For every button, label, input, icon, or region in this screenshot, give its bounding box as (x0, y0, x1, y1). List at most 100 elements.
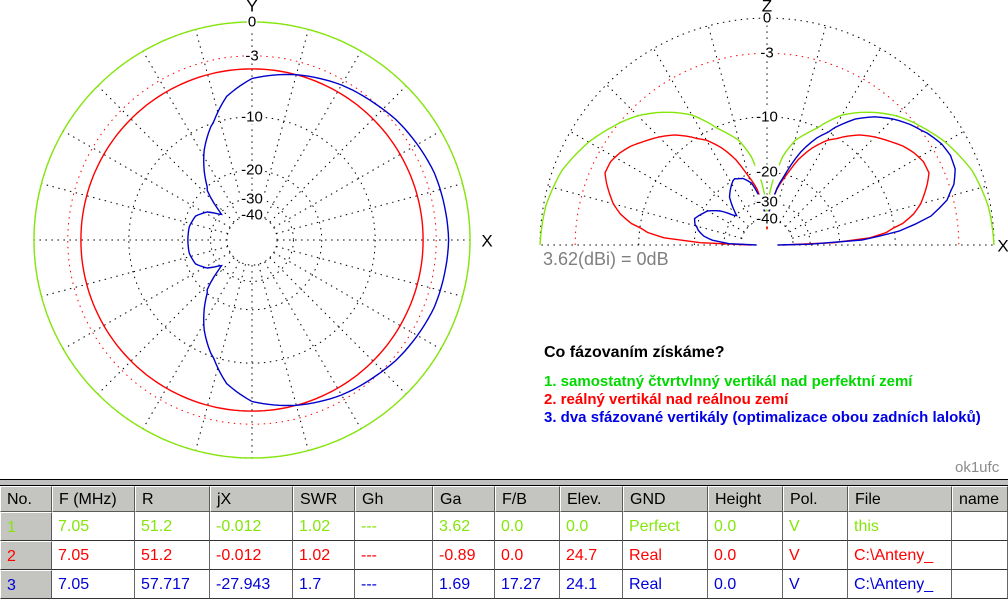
ring-label: -10 (755, 109, 779, 124)
table-cell: Real (623, 541, 708, 570)
ring-label: -40 (755, 211, 779, 226)
column-header-jx: jX (210, 486, 293, 512)
table-cell: -0.012 (210, 512, 293, 541)
table-cell: 7.05 (52, 541, 135, 570)
ring-label: -30 (240, 191, 264, 206)
grid-spoke (785, 84, 927, 226)
table-cell: --- (355, 541, 433, 570)
table-cell: -27.943 (210, 570, 293, 599)
column-header-no-: No. (0, 486, 52, 512)
table-cell: V (783, 570, 848, 599)
table-cell: 2 (0, 541, 52, 570)
column-header-swr: SWR (293, 486, 355, 512)
table-cell (952, 570, 1008, 599)
table-cell: --- (355, 512, 433, 541)
table-cell: 51.2 (135, 541, 210, 570)
table-cell: Perfect (623, 512, 708, 541)
table-top-strip (0, 479, 1008, 486)
column-header-r: R (135, 486, 210, 512)
table-cell: 57.717 (135, 570, 210, 599)
grid-spoke (274, 253, 441, 349)
table-cell: 1.7 (293, 570, 355, 599)
ring-label: -3 (244, 48, 259, 63)
grid-spoke (270, 258, 406, 394)
table-cell: 17.27 (495, 570, 560, 599)
column-header-file: File (848, 486, 952, 512)
grid-spoke (606, 84, 748, 226)
table-cell: 0.0 (708, 512, 783, 541)
column-header-height: Height (708, 486, 783, 512)
results-table: No.F (MHz)RjXSWRGhGaF/BElev.GNDHeightPol… (0, 479, 1008, 600)
column-header-elev-: Elev. (560, 486, 623, 512)
column-header-f-b: F/B (495, 486, 560, 512)
author-watermark: ok1ufc (955, 459, 999, 476)
column-header-gnd: GND (623, 486, 708, 512)
grid-spoke (276, 246, 462, 296)
grid-spoke (265, 262, 361, 429)
axis-right-label: X (481, 233, 492, 250)
annotation-heading: Co fázovaním získáme? (544, 344, 725, 362)
column-header-gh: Gh (355, 486, 433, 512)
ring-label: -3 (759, 46, 774, 61)
column-header-pol-: Pol. (783, 486, 848, 512)
grid-spoke (274, 131, 441, 227)
grid-spoke (41, 246, 227, 296)
series-legend: 1. samostatný čtvrtvlnný vertikál nad pe… (544, 373, 984, 427)
series-curve (34, 22, 470, 458)
table-cell: 3 (0, 570, 52, 599)
table-cell: this (848, 512, 952, 541)
ring-label: -40 (240, 207, 264, 222)
table-cell: -0.89 (433, 541, 495, 570)
grid-spoke (143, 262, 239, 429)
grid-spoke (265, 51, 361, 218)
table-cell: 0.0 (560, 512, 623, 541)
legend-line-1: 1. samostatný čtvrtvlnný vertikál nad pe… (544, 373, 984, 391)
grid-spoke (270, 86, 406, 222)
table-cell: 24.7 (560, 541, 623, 570)
axis-right-label: X (997, 238, 1008, 255)
ring-label: -20 (240, 163, 264, 178)
table-cell: C:\Anteny_ (848, 570, 952, 599)
table-cell (952, 541, 1008, 570)
table-cell: 1.02 (293, 541, 355, 570)
table-cell: 1.02 (293, 512, 355, 541)
table-cell: 1 (0, 512, 52, 541)
table-cell: 0.0 (495, 512, 560, 541)
table-cell: 1.69 (433, 570, 495, 599)
ring-label: -20 (755, 165, 779, 180)
grid-ring (34, 22, 470, 458)
table-cell: V (783, 512, 848, 541)
axis-top-label: Z (762, 0, 772, 15)
legend-line-3: 3. dva sfázované vertikály (optimalizace… (544, 409, 984, 427)
ring-label: -30 (755, 194, 779, 209)
grid-spoke (276, 184, 462, 234)
table-cell: 0.0 (708, 541, 783, 570)
table-cell: V (783, 541, 848, 570)
grid-spoke (143, 51, 239, 218)
table-cell: 7.05 (52, 570, 135, 599)
table-cell: 0.0 (495, 541, 560, 570)
grid-spoke (774, 26, 826, 220)
table-cell: 3.62 (433, 512, 495, 541)
column-header-name: name (952, 486, 1008, 512)
ring-label: -10 (240, 109, 264, 124)
grid-spoke (196, 264, 246, 450)
table-cell (952, 512, 1008, 541)
legend-line-2: 2. reálný vertikál nad reálnou zemí (544, 391, 984, 409)
ring-label: 0 (247, 15, 257, 30)
column-header-f-mhz-: F (MHz) (52, 486, 135, 512)
antenna-analysis-window: 0-3-10-20-30-40YX0-3-10-20-30-40ZX 3.62(… (0, 0, 1008, 604)
table-cell: 7.05 (52, 512, 135, 541)
grid-spoke (196, 29, 246, 215)
table-cell: Real (623, 570, 708, 599)
grid-spoke (41, 184, 227, 234)
table-cell: C:\Anteny_ (848, 541, 952, 570)
gain-reference-text: 3.62(dBi) = 0dB (543, 249, 669, 270)
grid-spoke (258, 29, 308, 215)
grid-spoke (258, 264, 308, 450)
table-cell: -0.012 (210, 541, 293, 570)
table-cell: 51.2 (135, 512, 210, 541)
table-cell: --- (355, 570, 433, 599)
column-header-ga: Ga (433, 486, 495, 512)
table-cell: 24.1 (560, 570, 623, 599)
